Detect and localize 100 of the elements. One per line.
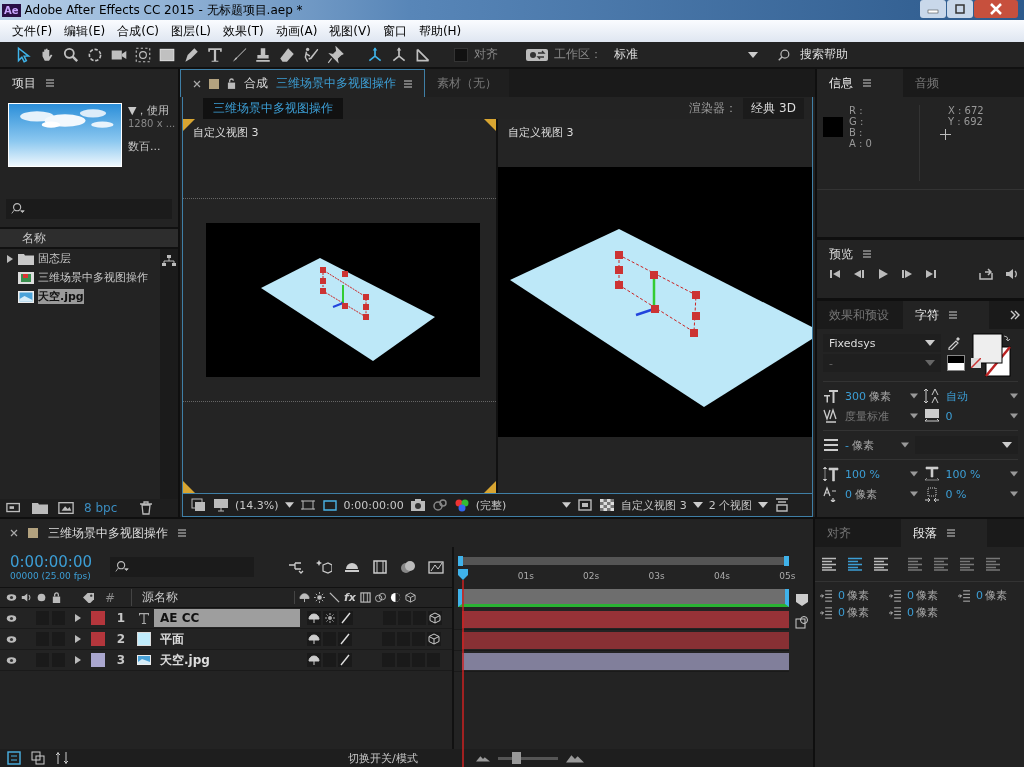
speaker-icon[interactable] (21, 592, 32, 603)
mask-path-icon[interactable] (321, 498, 338, 512)
layer-name[interactable]: 天空.jpg (154, 649, 300, 671)
first-frame-icon[interactable] (829, 268, 841, 280)
restore-button[interactable] (947, 0, 973, 18)
expand-arrow-icon[interactable] (74, 635, 82, 643)
flowchart-icon[interactable] (288, 559, 304, 575)
caret-icon[interactable] (284, 502, 294, 508)
layer-duration-bar[interactable] (462, 652, 789, 670)
loop-icon[interactable] (979, 268, 993, 280)
resolution-dropdown[interactable]: (完整) (475, 497, 507, 513)
collapse-switch-icon[interactable] (323, 611, 337, 625)
eye-icon[interactable] (6, 592, 17, 603)
search-icon[interactable] (776, 47, 792, 62)
comp-button-icon[interactable] (795, 615, 809, 629)
caret-icon[interactable] (909, 393, 918, 399)
menu-item[interactable]: 动画(A) (269, 22, 324, 40)
no-color-icon[interactable] (971, 358, 981, 368)
caret-icon[interactable] (1010, 393, 1018, 399)
indent-field[interactable]: 0 像素 (957, 588, 1020, 603)
panel-tab[interactable]: 段落 (901, 519, 987, 547)
expand-arrow-icon[interactable] (74, 614, 82, 622)
flowchart-icon[interactable] (162, 255, 176, 267)
paragraph-align-icon[interactable] (847, 557, 863, 571)
renderer-button[interactable]: 经典 3D (743, 97, 804, 119)
navigator-handle[interactable] (458, 556, 463, 566)
search-icon[interactable] (10, 202, 26, 216)
color-depth-button[interactable]: 8 bpc (84, 501, 118, 515)
current-time-display[interactable]: 0:00:00:00 (10, 553, 100, 571)
column-header[interactable]: 名称 (22, 229, 46, 247)
menu-item[interactable]: 编辑(E) (58, 22, 112, 40)
vertical-scale-field[interactable]: 100 % (823, 466, 918, 482)
pin-icon[interactable] (326, 45, 344, 64)
caret-icon[interactable] (909, 471, 918, 477)
project-item[interactable]: 固态层 (0, 249, 160, 268)
new-composition-icon[interactable] (58, 501, 74, 515)
snap-checkbox[interactable] (454, 47, 468, 62)
close-icon[interactable] (10, 529, 18, 537)
stroke-width-field[interactable]: - 像素 (823, 436, 909, 454)
menu-icon[interactable] (404, 79, 412, 88)
caret-icon[interactable] (758, 502, 769, 508)
search-icon[interactable] (114, 560, 130, 574)
frame-blending-icon[interactable] (372, 559, 388, 575)
trash-icon[interactable] (139, 501, 154, 515)
frame-blend-icon[interactable] (359, 592, 371, 603)
draft-3d-icon[interactable] (316, 559, 332, 575)
paragraph-align-icon[interactable] (907, 557, 923, 571)
text-tool-icon[interactable] (206, 45, 224, 64)
lock-icon[interactable] (227, 78, 236, 89)
zoom-slider-thumb[interactable] (512, 751, 521, 764)
caret-icon[interactable] (1010, 413, 1018, 419)
grid-icon[interactable] (299, 498, 316, 512)
workspace-gear-icon[interactable] (526, 48, 548, 61)
composition-tab[interactable]: 合成 三维场景中多视图操作 (180, 69, 425, 97)
footage-tab[interactable]: 素材（无） (425, 69, 509, 97)
lock-icon[interactable] (51, 592, 62, 603)
menu-item[interactable]: 窗口 (376, 22, 413, 40)
zoom-icon[interactable] (62, 45, 80, 64)
tsume-field[interactable]: 0 % (923, 486, 1018, 502)
folder-icon[interactable] (32, 501, 48, 515)
previous-frame-icon[interactable] (853, 268, 865, 280)
menu-icon[interactable] (863, 79, 871, 87)
indent-field[interactable]: 0 像素 (888, 605, 951, 620)
caret-icon[interactable] (909, 491, 918, 497)
menu-item[interactable]: 文件(F) (6, 22, 59, 40)
paragraph-align-icon[interactable] (821, 557, 837, 571)
sun-icon[interactable] (314, 592, 325, 603)
tracking-field[interactable]: 0 (923, 408, 1018, 424)
view-panel[interactable]: 自定义视图 3 (183, 119, 498, 493)
panel-tab[interactable]: 效果和预设 (817, 301, 903, 329)
motion-blur-icon[interactable] (400, 559, 416, 575)
pan-behind-icon[interactable] (134, 45, 152, 64)
project-item[interactable]: 天空.jpg (0, 287, 160, 306)
region-of-interest-icon[interactable] (577, 498, 594, 512)
in-out-icon[interactable] (54, 751, 70, 765)
3d-cube-icon[interactable] (427, 632, 441, 646)
paragraph-align-icon[interactable] (933, 557, 949, 571)
current-time-button[interactable]: 0:00:00:00 (343, 498, 404, 512)
font-size-field[interactable]: 300 像素 (823, 388, 918, 404)
column-header[interactable]: # (99, 590, 127, 605)
quality-switch-icon[interactable] (339, 611, 353, 625)
label-color-swatch[interactable] (91, 611, 105, 625)
transfer-controls-icon[interactable] (30, 751, 46, 765)
3d-cube-icon[interactable] (404, 592, 416, 603)
menu-icon[interactable] (46, 79, 54, 87)
panel-tab[interactable]: 对齐 (815, 519, 901, 547)
shy-switch-icon[interactable] (307, 632, 321, 646)
composition-breadcrumb[interactable]: 三维场景中多视图操作 (203, 97, 343, 119)
menu-icon[interactable] (949, 311, 957, 319)
font-family-dropdown[interactable]: Fixedsys (823, 334, 941, 352)
timeline-tab[interactable]: 三维场景中多视图操作 (48, 524, 168, 542)
3d-view-dropdown[interactable]: 自定义视图 3 (621, 497, 703, 513)
expand-arrow-icon[interactable] (74, 656, 82, 664)
quality-icon[interactable] (329, 592, 340, 603)
project-search-field[interactable] (6, 199, 172, 219)
quality-switch-icon[interactable] (338, 632, 352, 646)
camera-snapshot-icon[interactable] (409, 498, 426, 512)
menu-item[interactable]: 效果(T) (217, 22, 270, 40)
show-snapshot-icon[interactable] (431, 498, 448, 512)
graph-editor-icon[interactable] (428, 559, 444, 575)
